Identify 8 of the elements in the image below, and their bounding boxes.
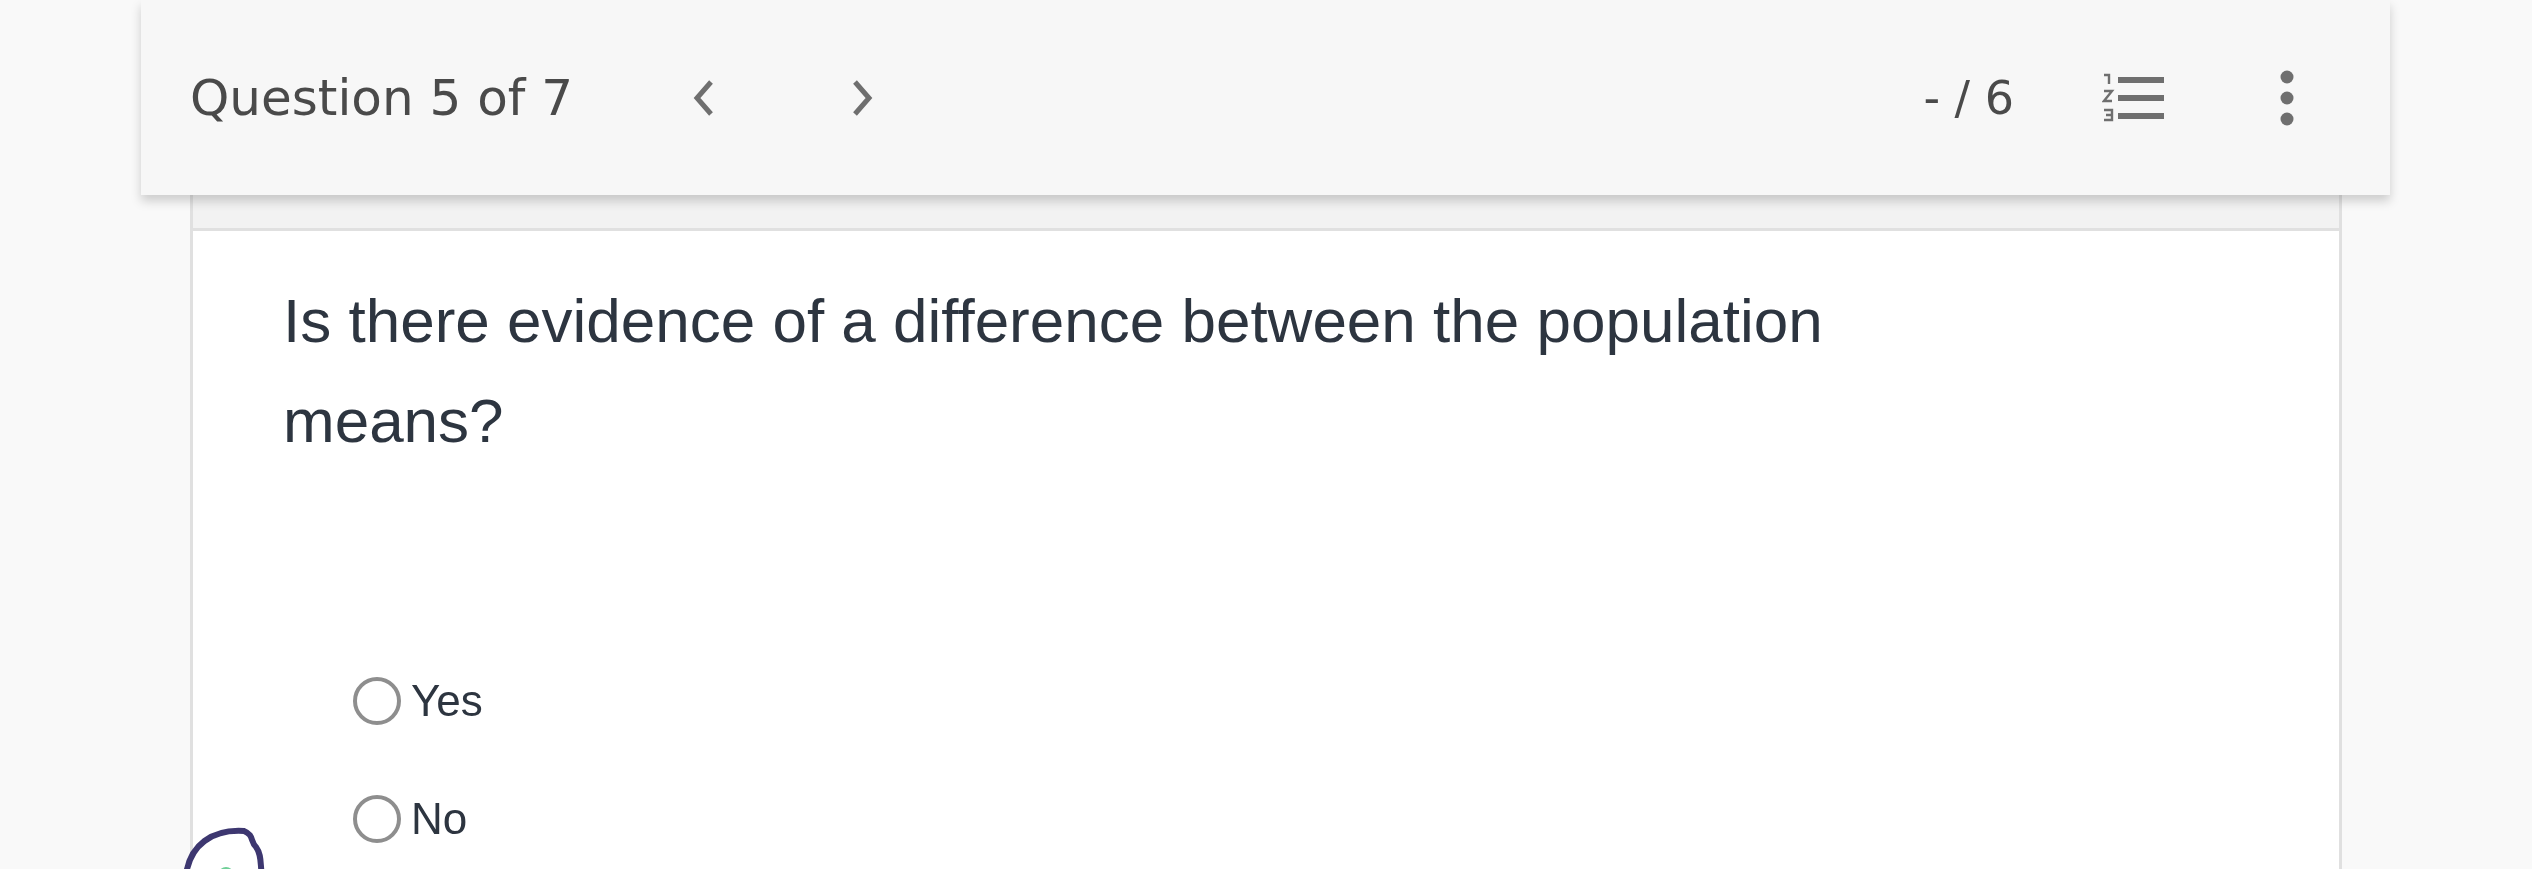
answer-option[interactable]: No bbox=[353, 794, 468, 844]
radio-button[interactable] bbox=[353, 677, 401, 725]
answer-option[interactable]: Yes bbox=[353, 676, 483, 726]
numbered-list-icon[interactable] bbox=[2102, 72, 2164, 123]
question-counter: Question 5 of 7 bbox=[190, 68, 574, 127]
radio-button[interactable] bbox=[353, 795, 401, 843]
question-text: Is there evidence of a difference between the population means? bbox=[283, 285, 1824, 457]
score: - / 6 bbox=[1923, 70, 2014, 125]
